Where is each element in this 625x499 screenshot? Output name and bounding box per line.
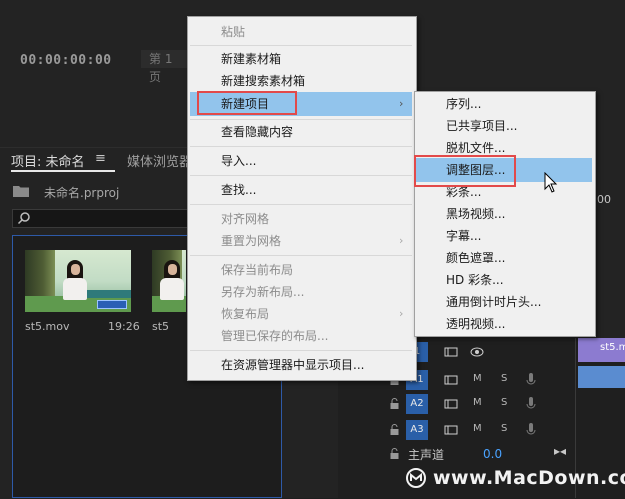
menu-separator [190, 45, 412, 46]
menu-separator [190, 119, 412, 120]
watermark-text: www.MacDown.com [433, 467, 625, 489]
solo-button[interactable]: S [501, 397, 507, 408]
tab-project[interactable]: 项目: 未命名 [11, 151, 85, 170]
clip-thumbnail[interactable] [25, 250, 131, 312]
clip-duration: 19:26 [108, 320, 140, 333]
mute-button[interactable]: M [473, 373, 482, 384]
jump-to-end-icon[interactable]: ▸◂ [554, 444, 566, 458]
menu-item-save-as-layout[interactable]: 另存为新布局... [221, 281, 304, 303]
film-icon[interactable] [444, 346, 458, 358]
video-clip-label: st5.m [600, 342, 625, 353]
context-menu: 粘贴 新建素材箱 新建搜索素材箱 新建项目 › 查看隐藏内容 导入... 查找.… [187, 16, 417, 381]
clip-badge-icon [97, 300, 127, 309]
audio-clip[interactable] [578, 366, 625, 388]
master-volume-value[interactable]: 0.0 [483, 447, 502, 461]
microphone-icon[interactable] [526, 422, 536, 438]
film-icon[interactable] [444, 424, 458, 436]
menu-separator [190, 146, 412, 147]
submenu-item-countdown-leader[interactable]: 通用倒计时片头... [446, 291, 541, 313]
submenu-item-transparent-video[interactable]: 透明视频... [446, 313, 505, 335]
menu-item-paste[interactable]: 粘贴 [221, 21, 245, 43]
submenu-arrow-icon: › [399, 234, 404, 247]
solo-button[interactable]: S [501, 373, 507, 384]
menu-item-new-item[interactable]: 新建项目 [221, 93, 269, 115]
submenu-item-sequence[interactable]: 序列... [446, 93, 481, 115]
menu-item-view-hidden[interactable]: 查看隐藏内容 [221, 121, 293, 143]
submenu-item-black-video[interactable]: 黑场视频... [446, 203, 505, 225]
timecode-display[interactable]: 00:00:00:00 [20, 53, 112, 68]
panel-menu-icon[interactable]: ≡ [95, 151, 106, 166]
clip-name: st5 [152, 320, 170, 333]
folder-icon [13, 186, 29, 197]
menu-separator [190, 255, 412, 256]
master-track-label: 主声道 [408, 448, 445, 462]
menu-item-new-search-bin[interactable]: 新建搜索素材箱 [221, 70, 305, 92]
submenu-item-adjustment-layer[interactable]: 调整图层... [446, 159, 505, 181]
menu-separator [190, 350, 412, 351]
menu-item-align-grid[interactable]: 对齐网格 [221, 208, 269, 230]
mute-button[interactable]: M [473, 423, 482, 434]
mouse-cursor-icon [544, 172, 558, 193]
page-select[interactable]: 第 1 页 [141, 50, 187, 84]
project-file-name: 未命名.prproj [44, 186, 120, 200]
tab-media-browser[interactable]: 媒体浏览器 [127, 151, 192, 170]
submenu-arrow-icon: › [399, 307, 404, 320]
clip-name: st5.mov [25, 320, 70, 333]
submenu-item-captions[interactable]: 字幕... [446, 225, 481, 247]
film-icon[interactable] [444, 374, 458, 386]
menu-item-find[interactable]: 查找... [221, 179, 256, 201]
microphone-icon[interactable] [526, 372, 536, 388]
mute-button[interactable]: M [473, 397, 482, 408]
track-row-a3: A3 M S [338, 418, 578, 444]
submenu-item-hd-bars[interactable]: HD 彩条... [446, 269, 504, 291]
microphone-icon[interactable] [526, 396, 536, 412]
submenu-item-bars-tone[interactable]: 彩条... [446, 181, 481, 203]
menu-item-reveal-explorer[interactable]: 在资源管理器中显示项目... [221, 354, 364, 376]
eye-icon[interactable] [470, 346, 484, 358]
active-tab-indicator [11, 170, 115, 172]
lock-icon[interactable] [390, 398, 399, 409]
menu-item-manage-layouts[interactable]: 管理已保存的布局... [221, 325, 328, 347]
track-target-button[interactable]: A3 [406, 420, 428, 440]
track-row-a2: A2 M S [338, 392, 578, 418]
menu-separator [190, 204, 412, 205]
solo-button[interactable]: S [501, 423, 507, 434]
track-target-button[interactable]: A2 [406, 394, 428, 414]
ruler-label: 00 [597, 193, 611, 206]
submenu-arrow-icon: › [399, 97, 404, 110]
menu-item-save-layout[interactable]: 保存当前布局 [221, 259, 293, 281]
submenu-item-offline-file[interactable]: 脱机文件... [446, 137, 505, 159]
search-icon [17, 212, 30, 225]
lock-icon[interactable] [390, 448, 399, 459]
menu-item-restore-layout[interactable]: 恢复布局 [221, 303, 269, 325]
menu-separator [190, 175, 412, 176]
film-icon[interactable] [444, 398, 458, 410]
clip-thumbnail[interactable] [152, 250, 186, 312]
submenu-item-shared-project[interactable]: 已共享项目... [446, 115, 517, 137]
menu-item-new-bin[interactable]: 新建素材箱 [221, 48, 281, 70]
new-item-submenu: 序列... 已共享项目... 脱机文件... 调整图层... 彩条... 黑场视… [414, 91, 596, 337]
submenu-item-color-matte[interactable]: 颜色遮罩... [446, 247, 505, 269]
menu-item-reset-grid[interactable]: 重置为网格 [221, 230, 281, 252]
menu-item-import[interactable]: 导入... [221, 150, 256, 172]
lock-icon[interactable] [390, 424, 399, 435]
macdown-logo-icon [406, 468, 426, 488]
